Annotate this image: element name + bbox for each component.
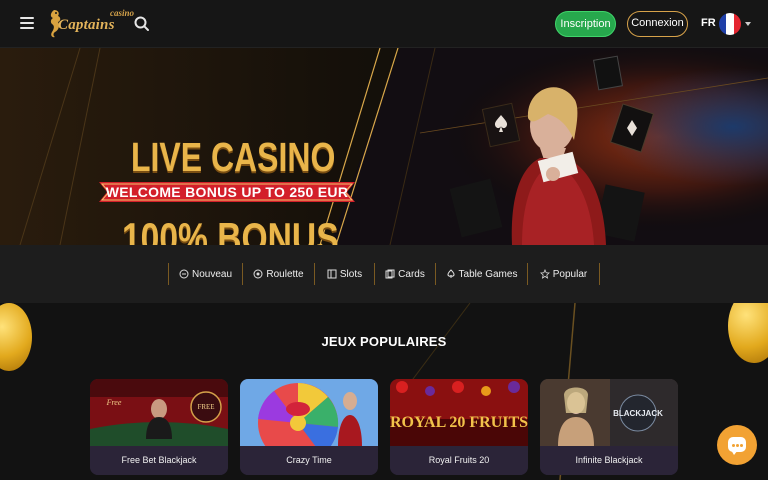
game-card-royal-fruits-20[interactable]: ROYAL 20 FRUITS Royal Fruits 20 [390, 379, 528, 475]
game-thumbnail: ROYAL 20 FRUITS [390, 379, 528, 446]
section-title: JEUX POPULAIRES [321, 334, 447, 349]
hero-banner[interactable]: LIVE CASINO WELCOME BONUS UP TO 250 EUR … [0, 48, 768, 245]
category-label: Cards [398, 268, 425, 280]
game-card-free-bet-blackjack[interactable]: FREE Free Free Bet Blackjack [90, 379, 228, 475]
category-label: Nouveau [191, 268, 233, 280]
popular-games-section: JEUX POPULAIRES FREE Free Free Bet Black… [0, 303, 768, 480]
hero-bonus-text: 100% BONUS [122, 214, 339, 245]
category-cards[interactable]: Cards [375, 263, 436, 285]
game-thumbnail: BLACKJACK [540, 379, 678, 446]
game-name: Free Bet Blackjack [90, 446, 228, 475]
top-header: casino Captains Inscription Connexion FR [0, 0, 768, 48]
category-nouveau[interactable]: Nouveau [168, 263, 243, 285]
game-thumbnail [240, 379, 378, 446]
login-button[interactable]: Connexion [627, 11, 688, 37]
slots-icon [327, 269, 337, 279]
cards-icon [385, 269, 395, 279]
roulette-icon [253, 269, 263, 279]
chat-icon[interactable] [717, 425, 757, 465]
category-label: Popular [552, 268, 588, 280]
new-icon [179, 269, 189, 279]
category-popular[interactable]: Popular [528, 263, 600, 285]
game-card-infinite-blackjack[interactable]: BLACKJACK Infinite Blackjack [540, 379, 678, 475]
svg-text:ROYAL 20 FRUITS: ROYAL 20 FRUITS [390, 414, 528, 431]
svg-text:Free: Free [106, 398, 122, 407]
category-label: Table Games [458, 268, 518, 280]
language-code: FR [701, 17, 716, 29]
game-card-crazy-time[interactable]: Crazy Time [240, 379, 378, 475]
hero-title: LIVE CASINO [131, 134, 336, 180]
language-selector[interactable]: FR [701, 13, 755, 35]
game-name: Crazy Time [240, 446, 378, 475]
captains-casino-logo[interactable]: casino Captains [44, 8, 134, 40]
category-label: Slots [339, 268, 363, 280]
logo-title: Captains [58, 17, 115, 33]
category-bar: Nouveau Roulette Slots Cards Table Games… [0, 245, 768, 303]
bonus-ribbon: WELCOME BONUS UP TO 250 EUR [99, 180, 355, 204]
hero-background [0, 48, 768, 245]
game-name: Royal Fruits 20 [390, 446, 528, 475]
category-slots[interactable]: Slots [315, 263, 375, 285]
popular-icon [539, 268, 550, 279]
france-flag-icon [719, 13, 741, 35]
register-button[interactable]: Inscription [555, 11, 616, 37]
bonus-ribbon-text: WELCOME BONUS UP TO 250 EUR [105, 184, 349, 200]
hamburger-icon[interactable] [20, 17, 34, 29]
category-table-games[interactable]: Table Games [436, 263, 528, 285]
svg-text:FREE: FREE [197, 403, 214, 411]
svg-text:BLACKJACK: BLACKJACK [613, 409, 663, 418]
table-games-icon [446, 269, 456, 279]
category-label: Roulette [266, 268, 304, 280]
chevron-down-icon [745, 22, 751, 26]
search-icon[interactable] [133, 15, 151, 33]
category-roulette[interactable]: Roulette [243, 263, 315, 285]
game-thumbnail: FREE Free [90, 379, 228, 446]
game-name: Infinite Blackjack [540, 446, 678, 475]
